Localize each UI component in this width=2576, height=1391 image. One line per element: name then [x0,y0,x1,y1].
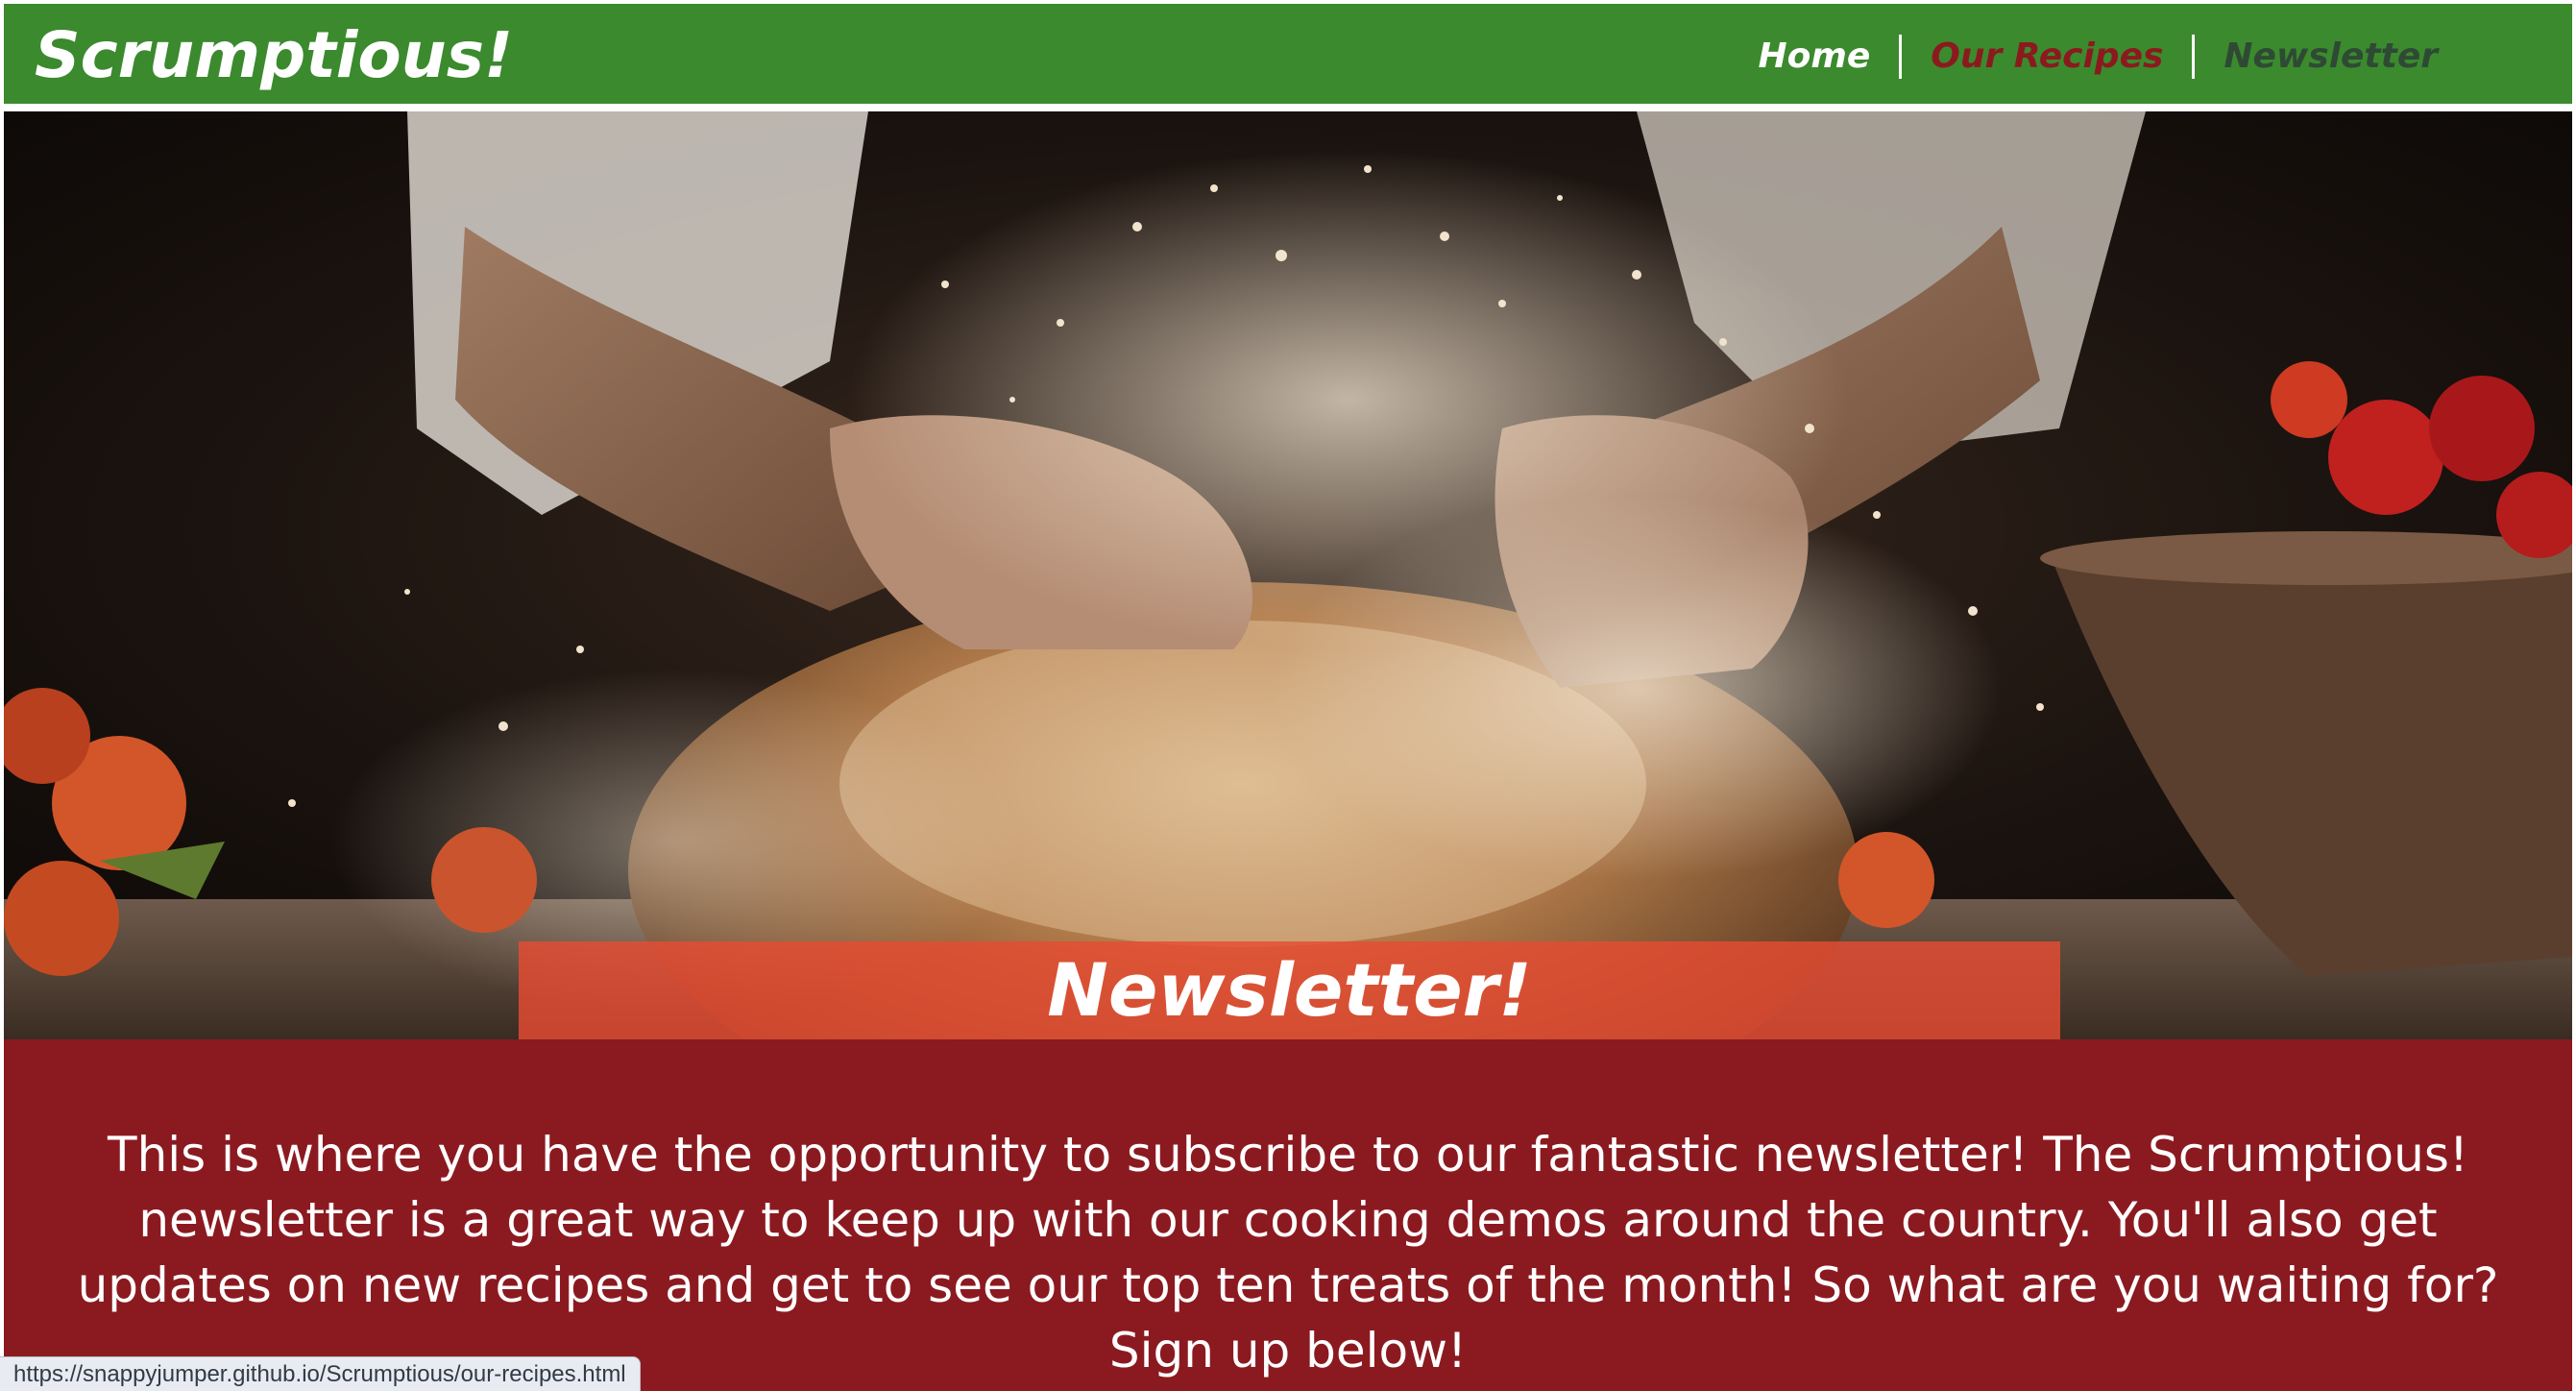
main-nav: Home Our Recipes Newsletter [1729,33,2467,81]
site-logo[interactable]: Scrumptious! [35,17,513,94]
page-title: Newsletter! [519,941,2060,1039]
hero-image [4,111,2572,1039]
nav-newsletter-link[interactable]: Newsletter [2195,33,2467,81]
nav-home-link[interactable]: Home [1729,33,1899,81]
intro-text: This is where you have the opportunity t… [77,1127,2499,1379]
link-preview-status-bar: https://snappyjumper.github.io/Scrumptio… [0,1356,641,1391]
bread-kneading-photo [4,111,2572,1039]
site-header: Scrumptious! Home Our Recipes Newsletter [4,4,2572,108]
nav-our-recipes-link[interactable]: Our Recipes [1902,33,2192,81]
newsletter-intro: This is where you have the opportunity t… [4,1039,2572,1391]
